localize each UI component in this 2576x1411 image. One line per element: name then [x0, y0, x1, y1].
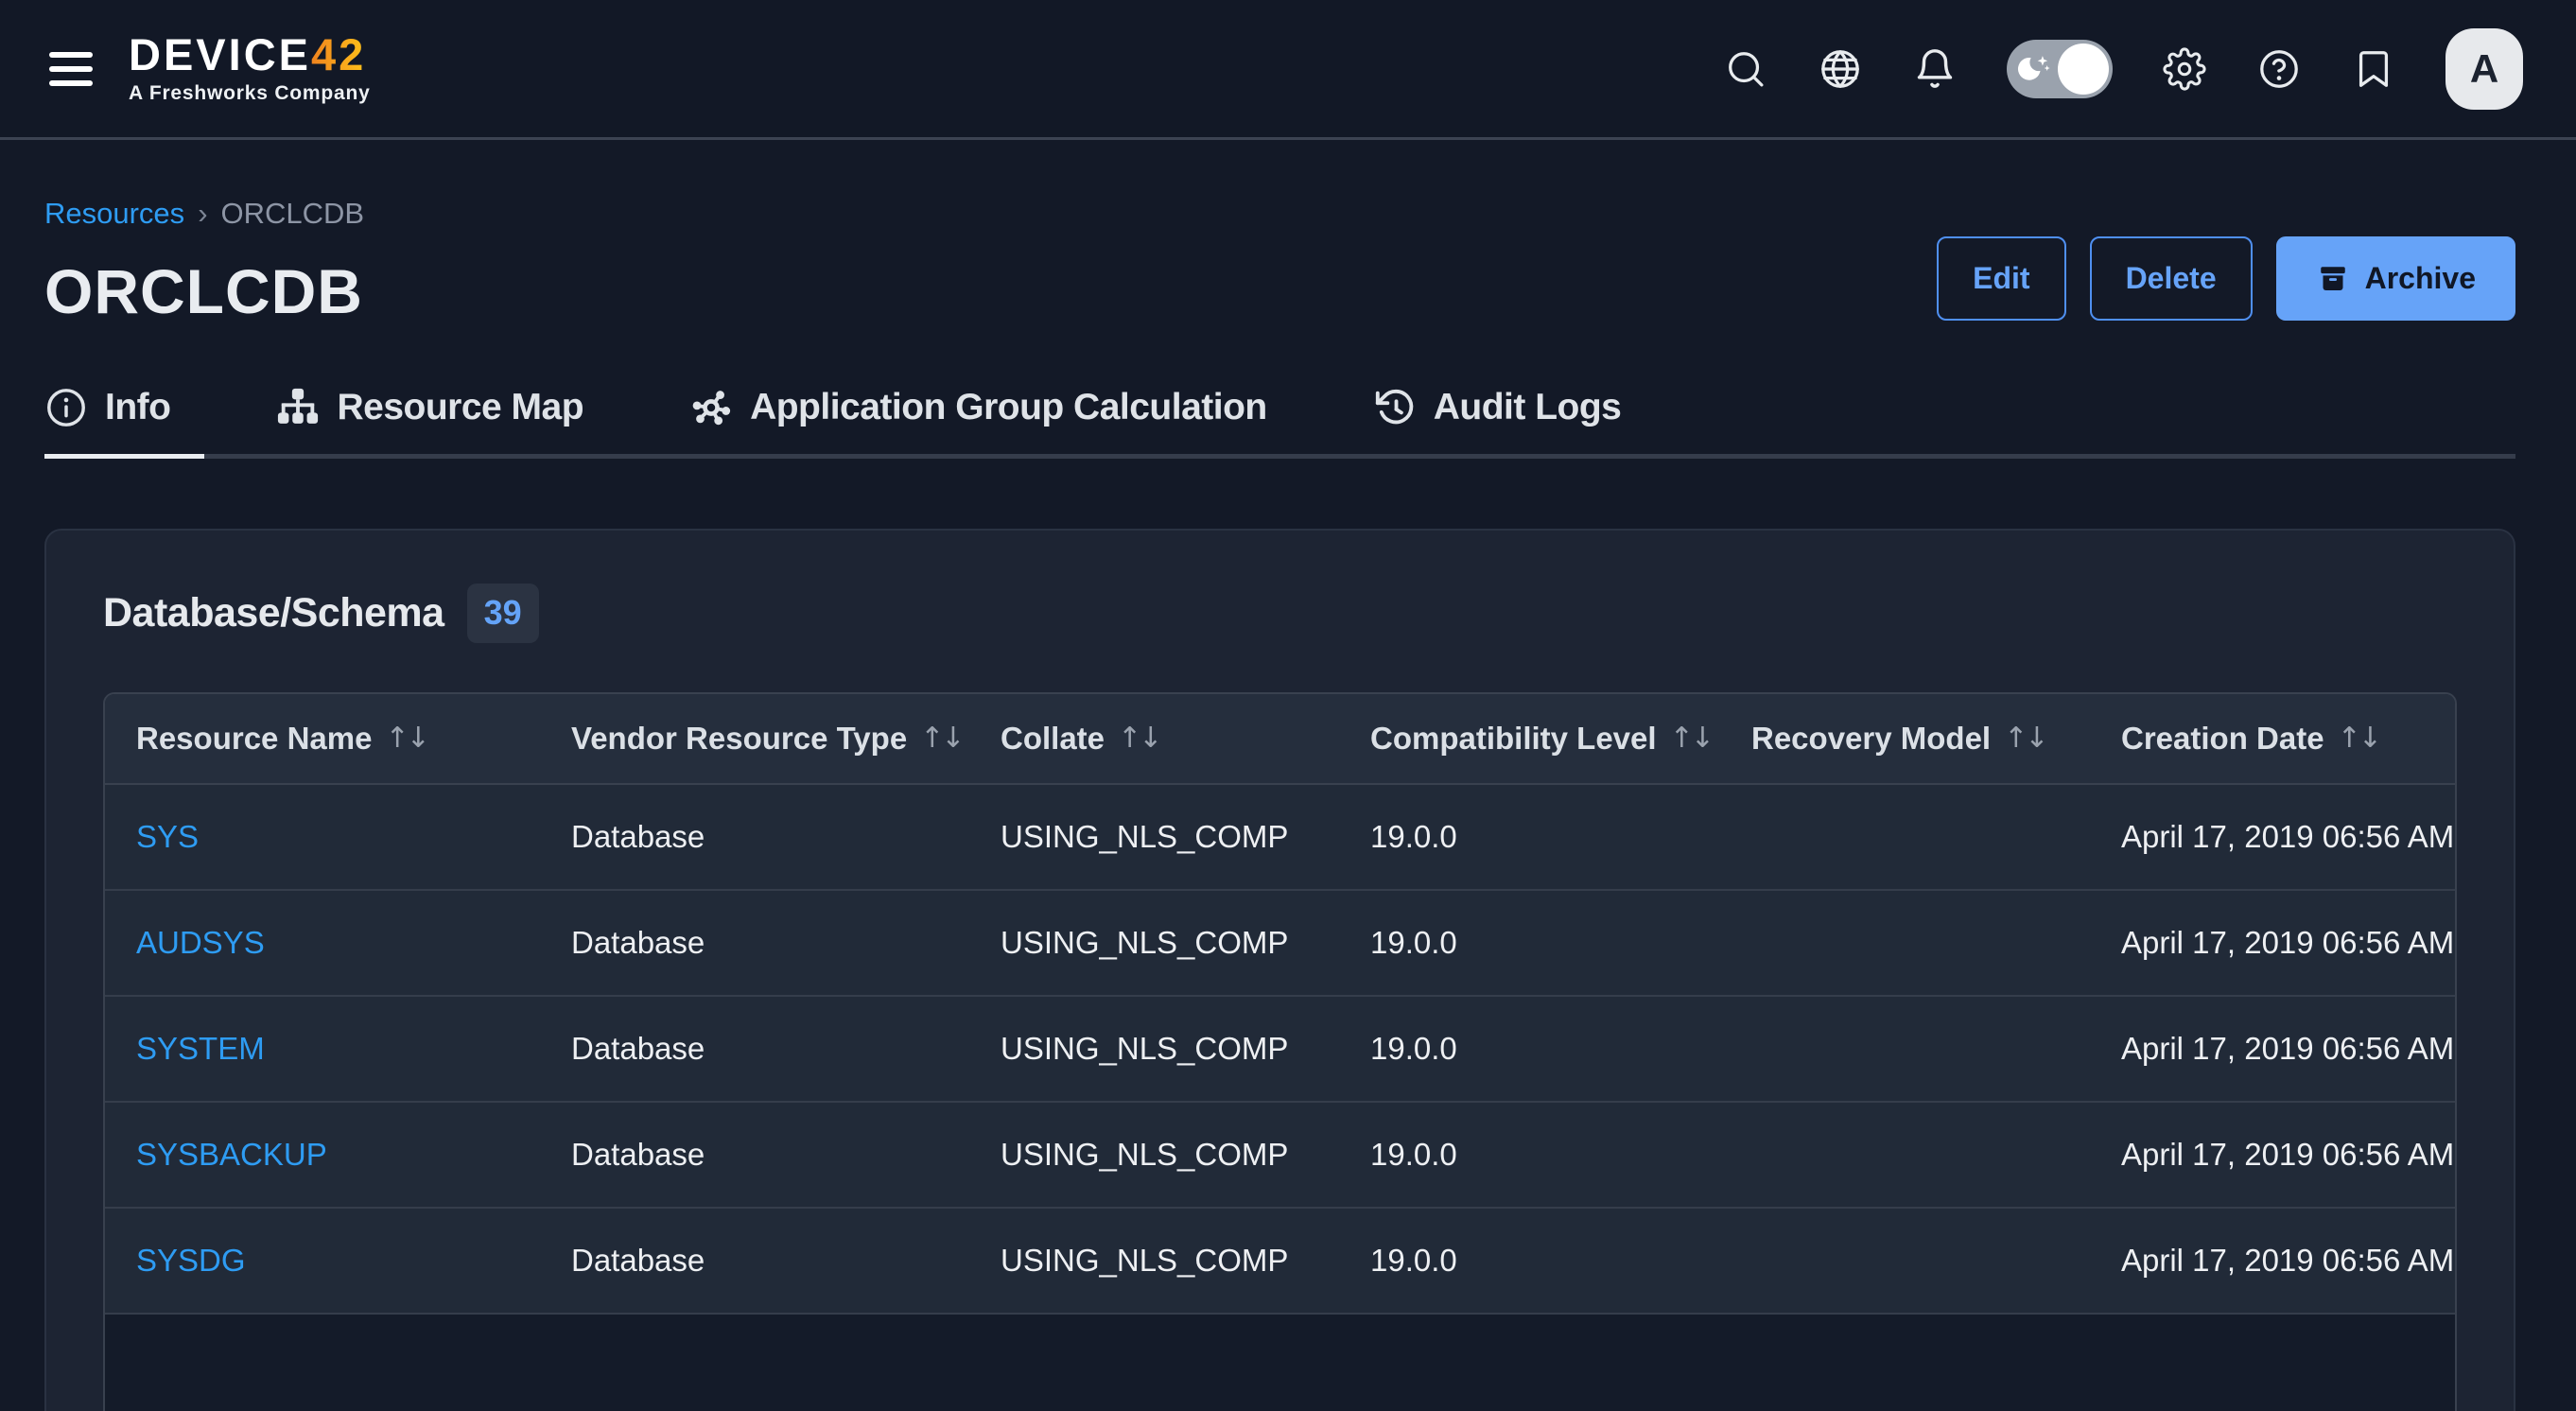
tab-application-group-calculation-label: Application Group Calculation [750, 387, 1267, 428]
compatibility-level-cell: 19.0.0 [1339, 925, 1720, 961]
page-header: Resources › ORCLCDB ORCLCDB Edit Delete … [44, 197, 2515, 327]
collate-cell: USING_NLS_COMP [969, 1031, 1339, 1067]
collate-cell: USING_NLS_COMP [969, 925, 1339, 961]
table-row: SYS Database USING_NLS_COMP 19.0.0 April… [105, 785, 2455, 891]
breadcrumb-current: ORCLCDB [221, 197, 365, 231]
sort-icon[interactable]: ↑↓ [385, 722, 426, 755]
sitemap-icon [276, 386, 320, 429]
collate-cell: USING_NLS_COMP [969, 819, 1339, 855]
table-row: AUDSYS Database USING_NLS_COMP 19.0.0 Ap… [105, 891, 2455, 997]
tab-resource-map-label: Resource Map [337, 387, 583, 428]
column-header-label: Compatibility Level [1370, 721, 1657, 757]
cluster-icon [689, 386, 733, 429]
column-header-vendor-resource-type[interactable]: Vendor Resource Type ↑↓ [540, 721, 969, 757]
creation-date-cell: April 17, 2019 06:56 AM [2090, 1243, 2455, 1279]
database-table: Resource Name ↑↓ Vendor Resource Type ↑↓ C… [103, 692, 2457, 1411]
resource-name-link[interactable]: SYS [136, 819, 199, 854]
toggle-knob [2058, 44, 2109, 95]
sort-icon[interactable]: ↑↓ [1118, 722, 1159, 755]
page-actions: Edit Delete Archive [1937, 236, 2515, 321]
brand-text: DEVICE [129, 29, 311, 79]
collate-cell: USING_NLS_COMP [969, 1243, 1339, 1279]
compatibility-level-cell: 19.0.0 [1339, 1031, 1720, 1067]
breadcrumb-separator: › [198, 197, 207, 231]
column-header-recovery-model[interactable]: Recovery Model ↑↓ [1720, 721, 2090, 757]
resource-name-link[interactable]: SYSTEM [136, 1031, 265, 1066]
brand-logo[interactable]: DEVICE42 A Freshworks Company [129, 32, 371, 105]
compatibility-level-cell: 19.0.0 [1339, 819, 1720, 855]
tab-info-label: Info [105, 387, 170, 428]
page-title: ORCLCDB [44, 255, 364, 327]
search-icon[interactable] [1723, 46, 1768, 92]
tab-application-group-calculation[interactable]: Application Group Calculation [689, 386, 1301, 459]
hamburger-menu-icon[interactable] [47, 46, 95, 92]
bookmark-icon[interactable] [2351, 46, 2396, 92]
globe-icon[interactable] [1818, 46, 1863, 92]
main-content: Resources › ORCLCDB ORCLCDB Edit Delete … [0, 140, 2576, 1411]
brand-accent-text: 42 [311, 29, 366, 79]
tab-audit-logs[interactable]: Audit Logs [1373, 386, 1656, 459]
compatibility-level-cell: 19.0.0 [1339, 1137, 1720, 1173]
help-icon[interactable] [2256, 46, 2302, 92]
top-navbar: DEVICE42 A Freshworks Company [0, 0, 2576, 140]
column-header-label: Resource Name [136, 721, 372, 757]
archive-button[interactable]: Archive [2276, 236, 2515, 321]
vendor-resource-type-cell: Database [540, 925, 969, 961]
vendor-resource-type-cell: Database [540, 1243, 969, 1279]
archive-button-label: Archive [2365, 261, 2476, 296]
count-badge: 39 [467, 584, 539, 643]
database-schema-card: Database/Schema 39 Resource Name ↑↓ Vendo… [44, 529, 2515, 1411]
column-header-label: Collate [1001, 721, 1105, 757]
card-header: Database/Schema 39 [103, 584, 2457, 643]
sort-icon[interactable]: ↑↓ [1670, 722, 1712, 755]
collate-cell: USING_NLS_COMP [969, 1137, 1339, 1173]
tab-info[interactable]: Info [44, 386, 204, 459]
table-row: SYSBACKUP Database USING_NLS_COMP 19.0.0… [105, 1103, 2455, 1209]
table-body: SYS Database USING_NLS_COMP 19.0.0 April… [105, 785, 2455, 1315]
tab-bar: Info Resource Map [44, 386, 2515, 459]
creation-date-cell: April 17, 2019 06:56 AM [2090, 1137, 2455, 1173]
breadcrumb-resources-link[interactable]: Resources [44, 197, 184, 231]
resource-name-link[interactable]: AUDSYS [136, 925, 265, 960]
history-icon [1373, 386, 1417, 429]
edit-button[interactable]: Edit [1937, 236, 2065, 321]
delete-button[interactable]: Delete [2090, 236, 2253, 321]
column-header-creation-date[interactable]: Creation Date ↑↓ [2090, 721, 2455, 757]
avatar[interactable]: A [2445, 28, 2523, 110]
archive-icon [2316, 262, 2350, 296]
creation-date-cell: April 17, 2019 06:56 AM [2090, 1031, 2455, 1067]
vendor-resource-type-cell: Database [540, 1031, 969, 1067]
gear-icon[interactable] [2162, 46, 2207, 92]
vendor-resource-type-cell: Database [540, 819, 969, 855]
bell-icon[interactable] [1912, 46, 1958, 92]
resource-name-link[interactable]: SYSBACKUP [136, 1137, 327, 1172]
table-row: SYSDG Database USING_NLS_COMP 19.0.0 Apr… [105, 1209, 2455, 1315]
info-icon [44, 386, 88, 429]
moon-stars-icon [2017, 51, 2053, 87]
column-header-label: Vendor Resource Type [571, 721, 907, 757]
sort-icon[interactable]: ↑↓ [2338, 722, 2379, 755]
brand-subtitle: A Freshworks Company [129, 82, 371, 105]
next-row-clipped [105, 1315, 2455, 1411]
column-header-label: Creation Date [2121, 721, 2324, 757]
tab-resource-map[interactable]: Resource Map [276, 386, 618, 459]
dark-mode-toggle[interactable] [2007, 40, 2113, 98]
sort-icon[interactable]: ↑↓ [920, 722, 962, 755]
compatibility-level-cell: 19.0.0 [1339, 1243, 1720, 1279]
creation-date-cell: April 17, 2019 06:56 AM [2090, 819, 2455, 855]
sort-icon[interactable]: ↑↓ [2004, 722, 2045, 755]
tab-audit-logs-label: Audit Logs [1434, 387, 1622, 428]
column-header-compatibility-level[interactable]: Compatibility Level ↑↓ [1339, 721, 1720, 757]
creation-date-cell: April 17, 2019 06:56 AM [2090, 925, 2455, 961]
table-row: SYSTEM Database USING_NLS_COMP 19.0.0 Ap… [105, 997, 2455, 1103]
resource-name-link[interactable]: SYSDG [136, 1243, 246, 1278]
card-title: Database/Schema [103, 590, 444, 636]
navbar-actions: A [1723, 28, 2523, 110]
column-header-resource-name[interactable]: Resource Name ↑↓ [105, 721, 540, 757]
breadcrumb: Resources › ORCLCDB [44, 197, 364, 231]
table-header-row: Resource Name ↑↓ Vendor Resource Type ↑↓ C… [105, 694, 2455, 785]
vendor-resource-type-cell: Database [540, 1137, 969, 1173]
column-header-collate[interactable]: Collate ↑↓ [969, 721, 1339, 757]
column-header-label: Recovery Model [1751, 721, 1991, 757]
